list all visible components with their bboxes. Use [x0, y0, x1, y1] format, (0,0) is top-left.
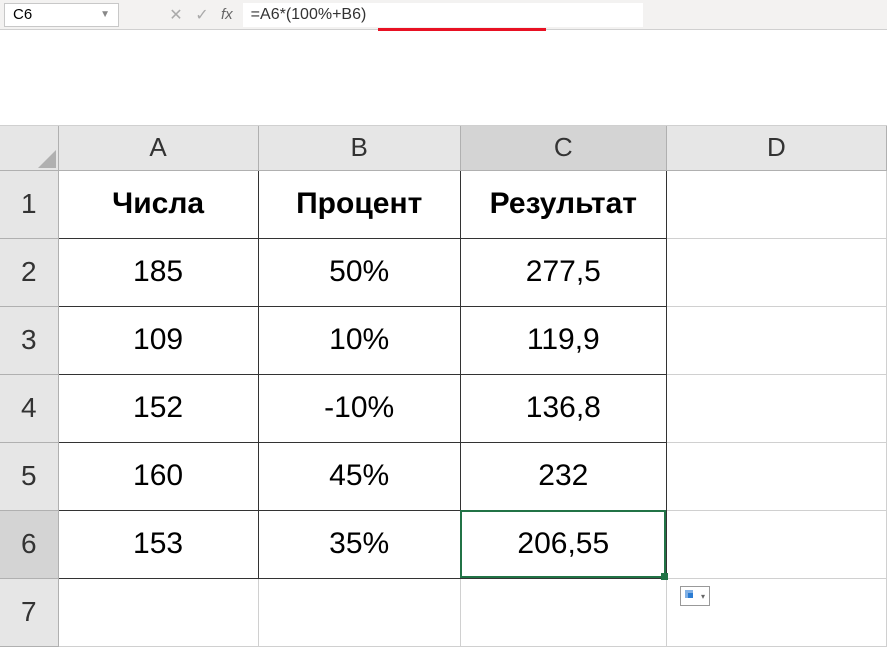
cell-D3[interactable]: [666, 306, 886, 374]
name-box[interactable]: C6 ▼: [4, 3, 119, 27]
row-header-3[interactable]: 3: [0, 306, 58, 374]
cell-A6[interactable]: 153: [58, 510, 258, 578]
autofill-options-button[interactable]: ▾: [680, 586, 710, 606]
cell-D1[interactable]: [666, 170, 886, 238]
cell-B1[interactable]: Процент: [258, 170, 460, 238]
cell-A3[interactable]: 109: [58, 306, 258, 374]
formula-input[interactable]: [243, 3, 643, 27]
cell-B6[interactable]: 35%: [258, 510, 460, 578]
cell-C4[interactable]: 136,8: [460, 374, 666, 442]
formula-highlight-underline: [378, 28, 546, 31]
column-header-D[interactable]: D: [666, 126, 886, 170]
cell-A7[interactable]: [58, 578, 258, 646]
cell-D6[interactable]: [666, 510, 886, 578]
table-row: 1 Числа Процент Результат: [0, 170, 887, 238]
column-header-C[interactable]: C: [460, 126, 666, 170]
cell-B4[interactable]: -10%: [258, 374, 460, 442]
cell-A2[interactable]: 185: [58, 238, 258, 306]
cell-A5[interactable]: 160: [58, 442, 258, 510]
cell-D4[interactable]: [666, 374, 886, 442]
table-row: 4 152 -10% 136,8: [0, 374, 887, 442]
row-header-2[interactable]: 2: [0, 238, 58, 306]
cell-C5[interactable]: 232: [460, 442, 666, 510]
cell-B3[interactable]: 10%: [258, 306, 460, 374]
table-row: 6 153 35% 206,55: [0, 510, 887, 578]
formula-section: ✕ ✓ fx: [163, 0, 643, 29]
row-header-1[interactable]: 1: [0, 170, 58, 238]
table-row: 7: [0, 578, 887, 646]
cell-A1[interactable]: Числа: [58, 170, 258, 238]
fx-icon[interactable]: fx: [221, 6, 233, 23]
column-header-B[interactable]: B: [258, 126, 460, 170]
table-row: 2 185 50% 277,5: [0, 238, 887, 306]
table-row: 3 109 10% 119,9: [0, 306, 887, 374]
cell-C6[interactable]: 206,55: [460, 510, 666, 578]
cell-C3[interactable]: 119,9: [460, 306, 666, 374]
cell-C7[interactable]: [460, 578, 666, 646]
cell-C2[interactable]: 277,5: [460, 238, 666, 306]
table-row: 5 160 45% 232: [0, 442, 887, 510]
column-header-A[interactable]: A: [58, 126, 258, 170]
spreadsheet-grid: A B C D 1 Числа Процент Результат 2 185 …: [0, 126, 887, 647]
cell-C1[interactable]: Результат: [460, 170, 666, 238]
enter-formula-button[interactable]: ✓: [189, 3, 215, 27]
cell-A4[interactable]: 152: [58, 374, 258, 442]
cell-B7[interactable]: [258, 578, 460, 646]
column-header-row: A B C D: [0, 126, 887, 170]
row-header-6[interactable]: 6: [0, 510, 58, 578]
cell-B2[interactable]: 50%: [258, 238, 460, 306]
select-all-corner[interactable]: [0, 126, 58, 170]
cancel-formula-button[interactable]: ✕: [163, 3, 189, 27]
cell-D5[interactable]: [666, 442, 886, 510]
cell-D2[interactable]: [666, 238, 886, 306]
row-header-4[interactable]: 4: [0, 374, 58, 442]
cell-B5[interactable]: 45%: [258, 442, 460, 510]
name-box-dropdown-icon[interactable]: ▼: [100, 9, 110, 20]
row-header-7[interactable]: 7: [0, 578, 58, 646]
formula-bar: C6 ▼ ✕ ✓ fx: [0, 0, 887, 30]
name-box-value: C6: [13, 6, 32, 23]
row-header-5[interactable]: 5: [0, 442, 58, 510]
ribbon-spacer: [0, 30, 887, 126]
